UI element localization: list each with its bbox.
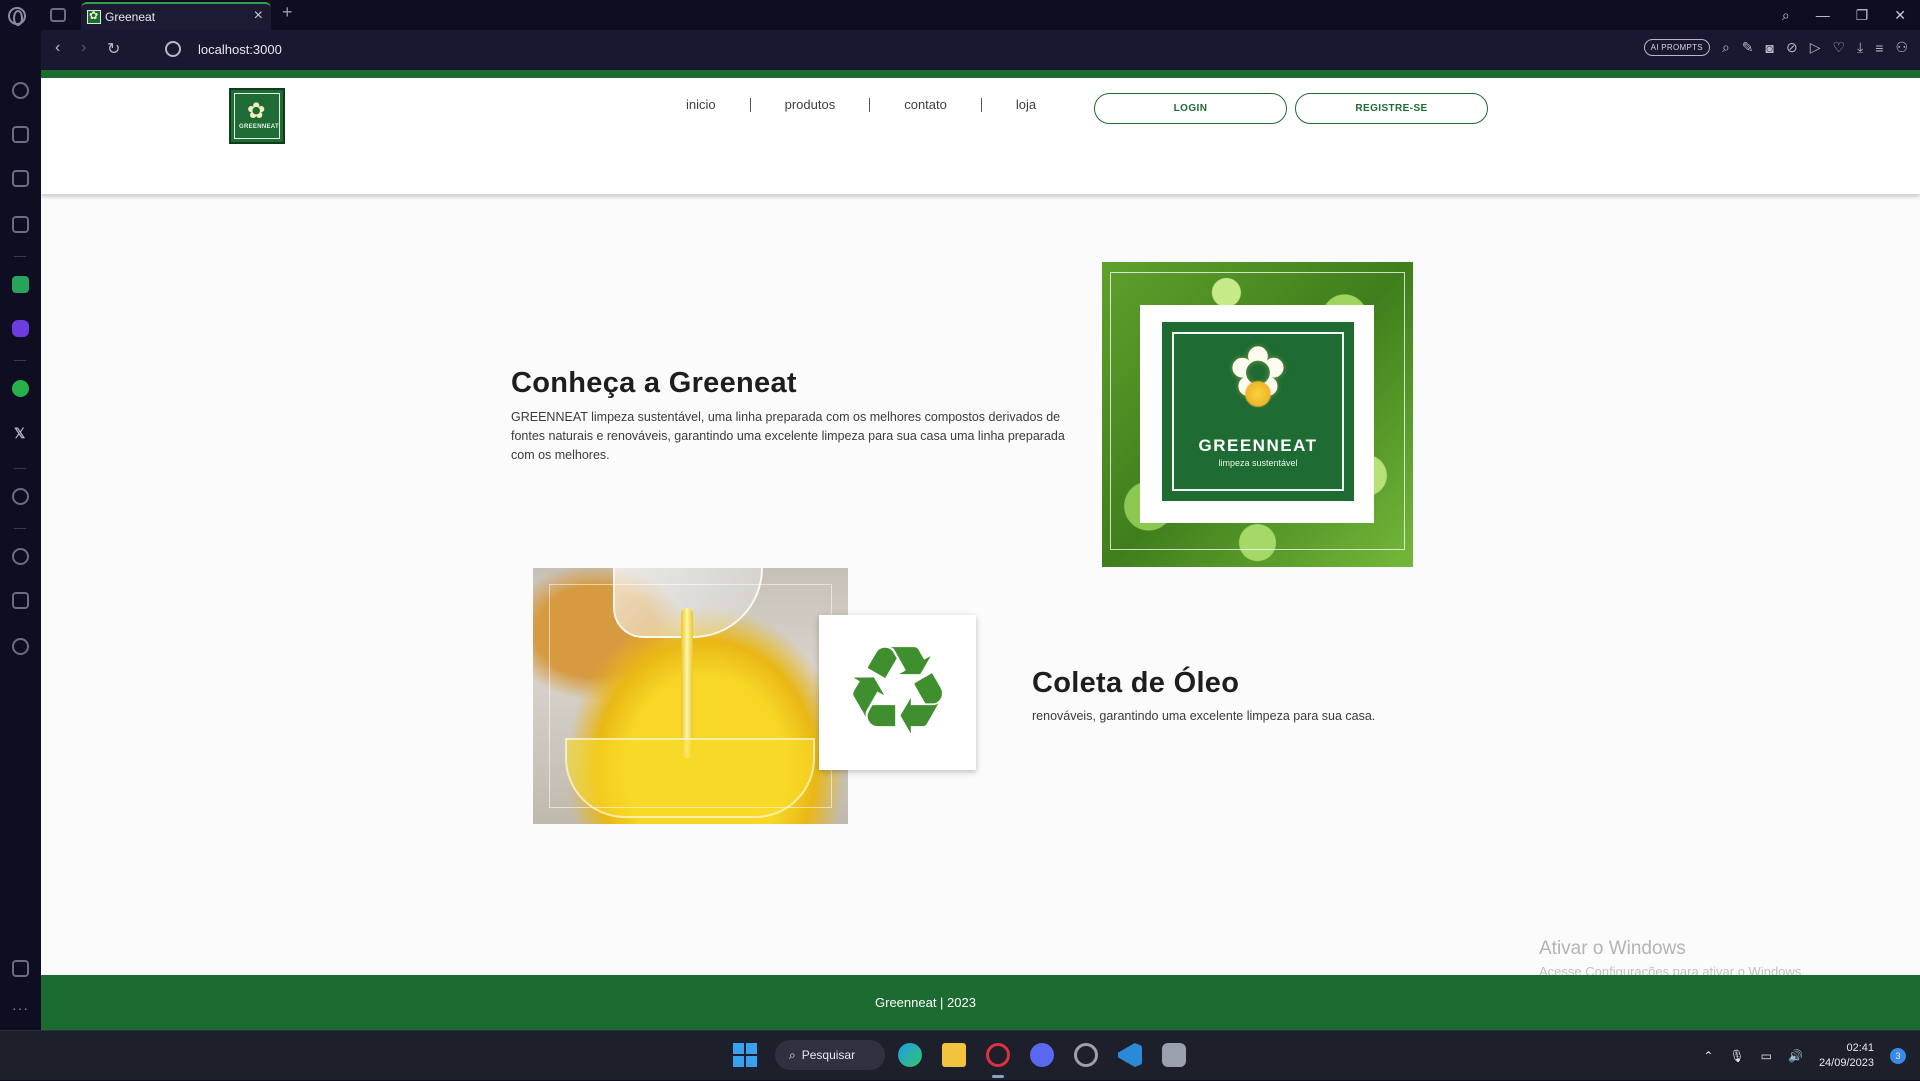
- extensions-icon[interactable]: [12, 592, 29, 609]
- x-twitter-icon[interactable]: 𝕏: [14, 425, 25, 442]
- site-footer: Greenneat | 2023: [41, 975, 1920, 1030]
- flower-logo-icon: ✿: [247, 98, 266, 123]
- nav-produtos[interactable]: produtos: [785, 97, 836, 112]
- nav-divider: [869, 97, 871, 112]
- ai-prompts-button[interactable]: AI PROMPTS: [1643, 39, 1710, 56]
- chevron-up-icon[interactable]: ⌃: [1703, 1049, 1713, 1063]
- shopping-bag-icon[interactable]: [12, 126, 29, 143]
- url-field[interactable]: localhost:3000: [198, 42, 282, 57]
- nav-loja[interactable]: loja: [1016, 97, 1036, 112]
- volume-icon[interactable]: 🔊: [1788, 1049, 1803, 1063]
- nav-divider: [980, 97, 982, 112]
- aria-icon[interactable]: [12, 320, 29, 337]
- history-icon[interactable]: [12, 548, 29, 565]
- zoom-icon[interactable]: ⌕: [1722, 39, 1730, 56]
- register-button[interactable]: REGISTRE-SE: [1295, 93, 1488, 124]
- camera-icon[interactable]: ◙: [1766, 40, 1774, 56]
- forward-arrow-icon[interactable]: ›: [81, 39, 86, 57]
- bookmark-heart-icon[interactable]: ♡: [1833, 39, 1846, 56]
- nav-inicio[interactable]: inicio: [686, 97, 716, 112]
- active-app-indicator: [992, 1075, 1004, 1078]
- minimize-icon[interactable]: —: [1816, 7, 1830, 23]
- chrome-icon[interactable]: [1074, 1043, 1098, 1067]
- clock-time: 02:41: [1846, 1042, 1874, 1054]
- new-tab-icon[interactable]: +: [282, 2, 293, 23]
- tab-greeneat[interactable]: Greeneat ×: [81, 2, 271, 30]
- profile-icon[interactable]: ⚇: [1895, 39, 1908, 56]
- search-label: Pesquisar: [801, 1048, 856, 1062]
- favicon-icon: [87, 9, 101, 24]
- search-icon: ⌕: [789, 1047, 796, 1062]
- play-icon[interactable]: ▷: [1810, 39, 1821, 56]
- page-viewport: ✿ GREENNEAT inicio produtos contato loja…: [41, 70, 1920, 1030]
- hero-logo-card: ✿ GREENNEAT limpeza sustentável: [1140, 305, 1374, 523]
- network-icon[interactable]: ▭: [1761, 1049, 1772, 1063]
- tab-strip: Greeneat × + ⌕ — ❐ ✕: [0, 0, 1920, 30]
- about-text: GREENNEAT limpeza sustentável, uma linha…: [511, 410, 1065, 462]
- clock-date: 24/09/2023: [1818, 1057, 1874, 1069]
- hero-tagline: limpeza sustentável: [1218, 458, 1298, 468]
- media-icon[interactable]: [12, 216, 29, 233]
- sidebar-toggle-icon[interactable]: [12, 960, 29, 977]
- easy-setup-icon[interactable]: ≡: [1875, 40, 1883, 56]
- restore-icon[interactable]: ❐: [1856, 7, 1869, 24]
- blocker-icon[interactable]: ⊘: [1786, 39, 1798, 56]
- login-button[interactable]: LOGIN: [1094, 93, 1287, 124]
- more-icon[interactable]: ···: [12, 1000, 29, 1016]
- logo-brand: GREENNEAT: [239, 124, 279, 130]
- download-icon[interactable]: ⤓: [1857, 39, 1863, 56]
- start-button[interactable]: [733, 1043, 757, 1067]
- oil-title: Coleta de Óleo: [1032, 667, 1240, 699]
- site-header: ✿ GREENNEAT inicio produtos contato loja…: [41, 78, 1920, 194]
- tab-title: Greeneat: [105, 10, 156, 24]
- discord-icon[interactable]: [1030, 1043, 1054, 1067]
- windows-activation-title: Ativar o Windows: [1539, 938, 1686, 959]
- site-info-icon[interactable]: [165, 41, 181, 57]
- clock[interactable]: 02:41 24/09/2023: [1819, 1041, 1874, 1071]
- taskbar-search[interactable]: ⌕ Pesquisar: [775, 1040, 885, 1070]
- greeneat-hero-image: ✿ GREENNEAT limpeza sustentável: [1102, 262, 1413, 567]
- hero-brand: GREENNEAT: [1198, 436, 1318, 455]
- nav-contato[interactable]: contato: [904, 97, 947, 112]
- vscode-icon[interactable]: [1118, 1043, 1142, 1067]
- footer-copyright: Greenneat | 2023: [875, 995, 976, 1010]
- file-explorer-icon[interactable]: [942, 1043, 966, 1067]
- notification-badge[interactable]: 3: [1890, 1048, 1906, 1064]
- top-accent-bar: [41, 70, 1920, 78]
- edit-icon[interactable]: ✎: [1742, 39, 1754, 56]
- opera-menu-icon[interactable]: [8, 7, 26, 26]
- browser-sidebar: 𝕏 ···: [0, 30, 41, 1030]
- recycle-icon: ♻: [842, 623, 953, 759]
- system-tray: ⌃ 🎙 ▭ 🔊 02:41 24/09/2023 3: [1703, 1031, 1906, 1081]
- twitch-icon[interactable]: [12, 170, 29, 187]
- microphone-icon[interactable]: 🎙: [1729, 1049, 1744, 1063]
- oil-text: renováveis, garantindo uma excelente lim…: [1032, 709, 1376, 723]
- back-arrow-icon[interactable]: ‹: [55, 39, 60, 57]
- reload-icon[interactable]: ↻: [107, 39, 120, 59]
- about-title: Conheça a Greeneat: [511, 367, 797, 399]
- player-icon[interactable]: [12, 488, 29, 505]
- edge-icon[interactable]: [898, 1043, 922, 1067]
- speed-dial-icon[interactable]: [12, 82, 29, 99]
- nav-divider: [749, 97, 751, 112]
- opera-icon[interactable]: [986, 1043, 1010, 1067]
- oil-pouring-image: [533, 568, 848, 824]
- tab-overview-icon[interactable]: [50, 8, 66, 22]
- address-bar: ‹ › ↻ localhost:3000 AI PROMPTS ⌕ ✎ ◙ ⊘ …: [41, 30, 1920, 70]
- site-logo[interactable]: ✿ GREENNEAT: [229, 88, 285, 144]
- recycle-card: ♻: [819, 615, 976, 770]
- main-nav: inicio produtos contato loja: [686, 97, 1036, 112]
- chatgpt-icon[interactable]: [12, 276, 29, 293]
- settings-icon[interactable]: [12, 638, 29, 655]
- close-window-icon[interactable]: ✕: [1894, 7, 1906, 24]
- whatsapp-icon[interactable]: [12, 380, 29, 397]
- close-tab-icon[interactable]: ×: [254, 7, 263, 25]
- taskbar: ⌕ Pesquisar ⌃ 🎙 ▭ 🔊 02:41 24/09/2023 3: [0, 1030, 1920, 1080]
- app-icon[interactable]: [1162, 1043, 1186, 1067]
- search-tabs-icon[interactable]: ⌕: [1782, 7, 1790, 24]
